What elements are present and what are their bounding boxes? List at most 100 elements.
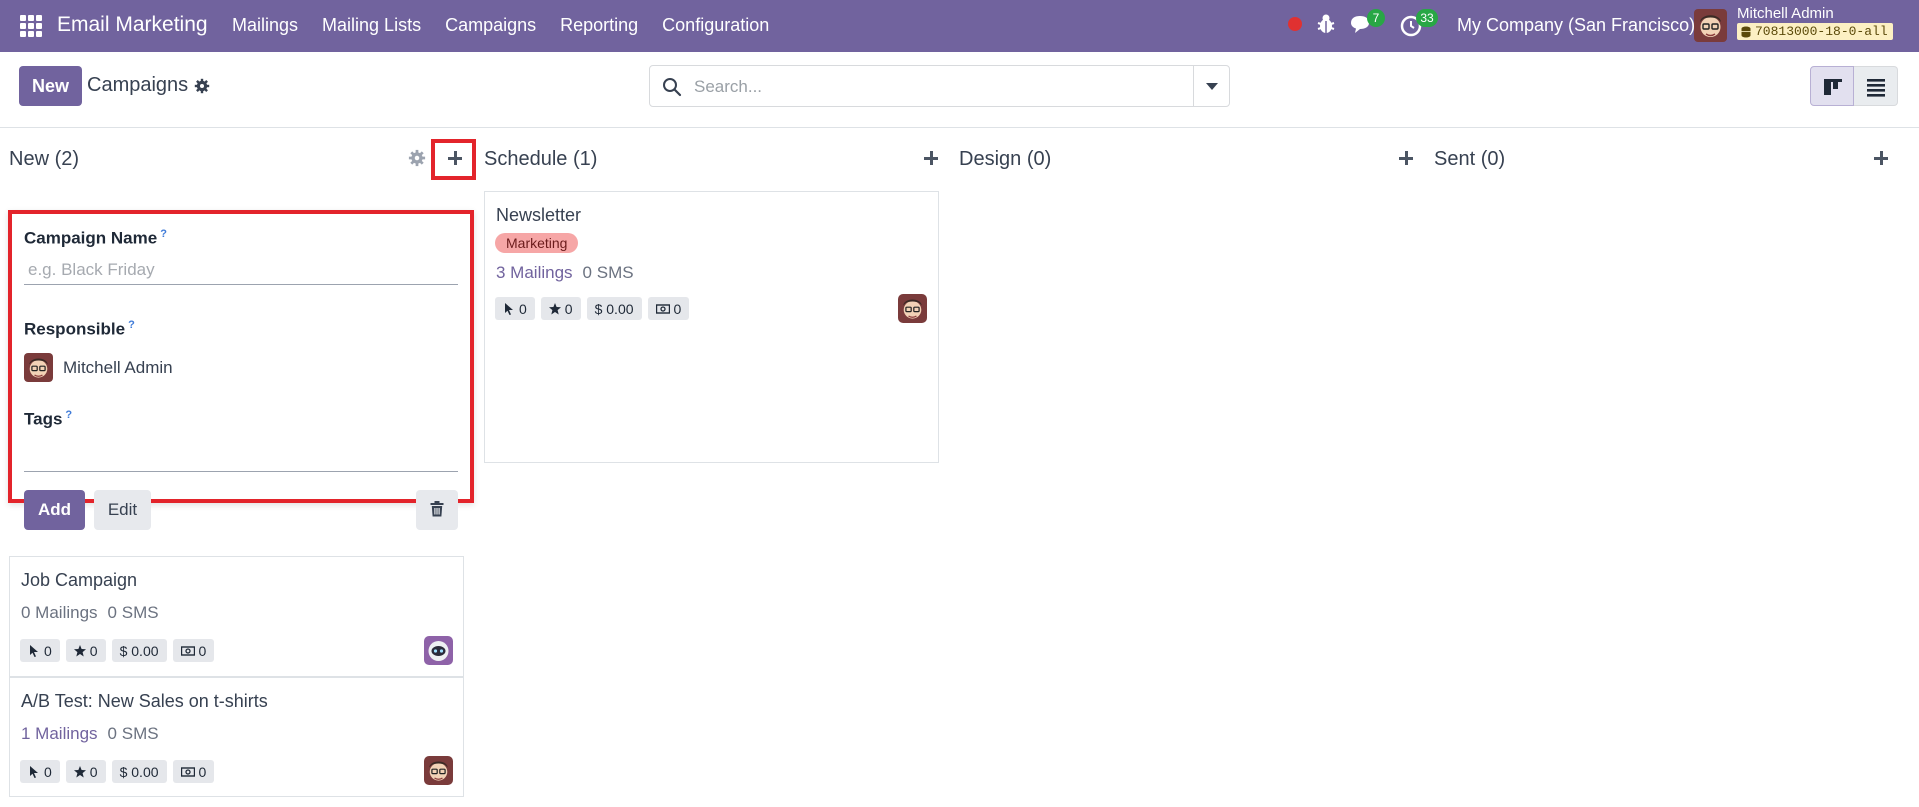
user-avatar [898,294,927,323]
help-tooltip-icon[interactable]: ? [160,228,167,240]
add-button[interactable]: Add [24,490,85,530]
cash-stat: 0 [172,760,215,783]
help-tooltip-icon[interactable]: ? [65,409,72,421]
menu-campaigns[interactable]: Campaigns [445,15,536,36]
breadcrumb: Campaigns [87,74,210,97]
card-stats: 0 0 $ 0.00 0 [20,639,215,662]
top-navbar: Email Marketing Mailings Mailing Lists C… [0,0,1919,52]
list-view-icon [1867,79,1885,97]
money-icon [180,645,195,656]
database-name: 70813000-18-0-all [1755,24,1888,39]
bot-avatar [424,636,453,665]
debug-bug-icon[interactable] [1316,13,1336,35]
column-title: Design (0) [959,148,1052,170]
money-icon [180,766,195,777]
card-counts: 3 Mailings 0 SMS [496,263,634,283]
user-name[interactable]: Mitchell Admin [1737,5,1834,22]
kanban-board: New (2) Campaign Name? Responsible? [0,128,1919,807]
clicks-stat: 0 [495,297,535,320]
kanban-card-job-campaign[interactable]: Job Campaign 0 Mailings 0 SMS 0 0 $ 0.00… [9,556,464,677]
search-icon [663,78,682,97]
clicks-stat: 0 [20,760,60,783]
rating-stat: 0 [65,760,106,783]
menu-mailings[interactable]: Mailings [232,15,298,36]
kanban-card-newsletter[interactable]: Newsletter Marketing 3 Mailings 0 SMS 0 … [484,191,939,463]
messages-count-badge: 7 [1367,9,1385,27]
caret-down-icon [1206,83,1218,90]
card-counts: 1 Mailings 0 SMS [21,724,159,744]
revenue-stat: $ 0.00 [586,297,642,320]
search-options-toggle[interactable] [1193,66,1229,106]
rating-stat: 0 [540,297,581,320]
responsible-label: Responsible? [24,319,135,339]
column-title: New (2) [9,148,80,170]
column-design-add-icon[interactable] [1394,146,1418,170]
menu-reporting[interactable]: Reporting [560,15,638,36]
trash-icon [430,500,444,516]
star-icon [73,765,86,777]
edit-button[interactable]: Edit [94,490,151,530]
tags-label: Tags? [24,409,73,429]
mailings-count[interactable]: 1 Mailings [21,724,98,744]
highlight-annotation [431,139,476,180]
view-switcher [1810,66,1898,106]
user-avatar [424,756,453,785]
list-view-button[interactable] [1854,66,1898,106]
campaign-name-label: Campaign Name? [24,228,167,248]
column-header-sent[interactable]: Sent (0) [1434,148,1505,171]
new-button[interactable]: New [19,66,82,106]
column-header-schedule[interactable]: Schedule (1) [484,148,597,171]
column-title: Schedule (1) [484,148,598,170]
card-counts: 0 Mailings 0 SMS [21,603,159,623]
column-header-new[interactable]: New (2) [9,148,79,171]
search-bar [649,65,1230,107]
menu-configuration[interactable]: Configuration [662,15,769,36]
money-icon [655,303,670,314]
cash-stat: 0 [647,297,690,320]
apps-menu-icon[interactable] [20,15,42,37]
sms-count: 0 SMS [582,263,634,282]
revenue-stat: $ 0.00 [111,639,167,662]
responsible-avatar [24,353,53,382]
kanban-view-icon [1824,79,1842,95]
company-switcher[interactable]: My Company (San Francisco) [1457,15,1695,36]
database-icon [1741,26,1751,37]
mailings-count[interactable]: 0 Mailings [21,603,98,623]
card-stats: 0 0 $ 0.00 0 [495,297,690,320]
column-title: Sent (0) [1434,148,1506,170]
sms-count: 0 SMS [107,724,159,743]
recording-indicator-icon[interactable] [1288,17,1302,31]
star-icon [73,644,86,656]
column-schedule-add-icon[interactable] [919,146,943,170]
column-sent-add-icon[interactable] [1869,146,1893,170]
page-title: Campaigns [87,74,189,96]
help-tooltip-icon[interactable]: ? [128,319,135,331]
responsible-name: Mitchell Admin [63,357,173,377]
tag-badge: Marketing [495,233,579,253]
menu-mailing-lists[interactable]: Mailing Lists [322,15,421,36]
campaign-name-input[interactable] [24,255,458,285]
search-input[interactable] [694,75,1164,99]
user-avatar[interactable] [1694,9,1727,42]
quick-create-form: Campaign Name? Responsible? Mitchell Adm… [8,210,474,530]
card-title: A/B Test: New Sales on t-shirts [21,691,268,711]
rating-stat: 0 [65,639,106,662]
actions-gear-icon[interactable] [194,78,210,94]
cash-stat: 0 [172,639,215,662]
column-settings-gear-icon[interactable] [408,149,426,167]
kanban-view-button[interactable] [1810,66,1854,106]
app-name[interactable]: Email Marketing [57,13,208,37]
responsible-field[interactable]: Mitchell Admin [24,353,173,382]
tags-input[interactable] [24,471,458,472]
mailings-count[interactable]: 3 Mailings [496,263,573,283]
main-menu: Mailings Mailing Lists Campaigns Reporti… [232,15,793,36]
database-badge: 70813000-18-0-all [1737,23,1893,40]
card-title: Job Campaign [21,570,138,590]
card-stats: 0 0 $ 0.00 0 [20,760,215,783]
pointer-icon [30,644,38,657]
revenue-stat: $ 0.00 [111,760,167,783]
column-header-design[interactable]: Design (0) [959,148,1051,171]
discard-button[interactable] [416,490,458,530]
sms-count: 0 SMS [107,603,159,622]
kanban-card-ab-test[interactable]: A/B Test: New Sales on t-shirts 1 Mailin… [9,677,464,797]
